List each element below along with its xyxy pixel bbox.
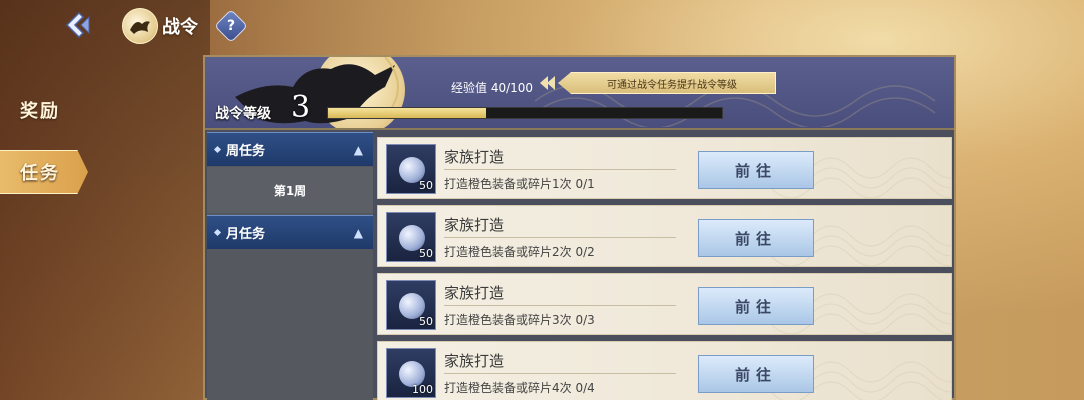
category-sub-label: 第1周 xyxy=(273,183,307,198)
exp-progress-fill xyxy=(328,108,486,118)
page-title-group: 战令 xyxy=(122,8,198,44)
category-label: 周任务 xyxy=(226,144,266,159)
hint-banner: 可通过战令任务提升战令等级 xyxy=(538,71,776,95)
reward-quantity: 50 xyxy=(419,247,433,260)
reward-item-icon: 50 xyxy=(386,144,436,194)
nav-tab-rewards[interactable]: 奖励 xyxy=(0,88,88,132)
help-icon: ? xyxy=(226,18,236,34)
nav-tab-tasks[interactable]: 任务 xyxy=(0,150,88,194)
task-description: 打造橙色装备或碎片2次 0/2 xyxy=(444,245,595,259)
reward-quantity: 50 xyxy=(419,315,433,328)
go-button[interactable]: 前往 xyxy=(698,219,814,257)
task-item: 50 家族打造 打造橙色装备或碎片2次 0/2 前往 xyxy=(377,205,952,267)
diamond-bullet-icon xyxy=(213,228,222,237)
divider xyxy=(444,237,676,238)
chevron-left-icon xyxy=(538,71,558,95)
reward-item-icon: 50 xyxy=(386,280,436,330)
chevron-up-icon: ▲ xyxy=(353,143,363,157)
go-button[interactable]: 前往 xyxy=(698,355,814,393)
task-name: 家族打造 xyxy=(444,216,505,234)
chevron-up-icon: ▲ xyxy=(353,226,363,240)
divider xyxy=(444,373,676,374)
task-item: 50 家族打造 打造橙色装备或碎片1次 0/1 前往 xyxy=(377,137,952,199)
task-panel: 战令等级 3 经验值 40/100 可通过战令任务提升战令等级 周任务 ▲ 第1… xyxy=(203,55,956,400)
category-label: 月任务 xyxy=(226,227,266,242)
exp-progress-bar xyxy=(327,107,723,119)
go-button[interactable]: 前往 xyxy=(698,151,814,189)
level-value: 3 xyxy=(291,90,311,125)
task-item: 50 家族打造 打造橙色装备或碎片3次 0/3 前往 xyxy=(377,273,952,335)
background-shade xyxy=(0,0,210,400)
category-monthly[interactable]: 月任务 ▲ xyxy=(207,215,373,249)
nav-tab-label: 任务 xyxy=(20,163,60,184)
reward-quantity: 100 xyxy=(412,383,433,396)
back-arrow-icon xyxy=(65,11,90,39)
task-description: 打造橙色装备或碎片3次 0/3 xyxy=(444,313,595,327)
task-category-list: 周任务 ▲ 第1周 月任务 ▲ xyxy=(207,132,373,400)
task-description: 打造橙色装备或碎片4次 0/4 xyxy=(444,381,595,395)
category-weekly[interactable]: 周任务 ▲ xyxy=(207,132,373,166)
nav-tab-label: 奖励 xyxy=(20,101,60,122)
level-label: 战令等级 xyxy=(215,106,271,122)
reward-quantity: 50 xyxy=(419,179,433,192)
task-name: 家族打造 xyxy=(444,352,505,370)
hint-text: 可通过战令任务提升战令等级 xyxy=(558,72,776,94)
task-name: 家族打造 xyxy=(444,148,505,166)
go-button[interactable]: 前往 xyxy=(698,287,814,325)
battle-pass-emblem-icon xyxy=(122,8,158,44)
task-name: 家族打造 xyxy=(444,284,505,302)
exp-text: 经验值 40/100 xyxy=(451,81,534,95)
divider xyxy=(444,169,676,170)
battle-pass-header: 战令等级 3 经验值 40/100 可通过战令任务提升战令等级 xyxy=(205,57,954,130)
divider xyxy=(444,305,676,306)
reward-item-icon: 50 xyxy=(386,212,436,262)
diamond-bullet-icon xyxy=(213,145,222,154)
category-week-1[interactable]: 第1周 xyxy=(207,167,373,213)
help-button[interactable]: ? xyxy=(214,9,248,43)
back-button[interactable] xyxy=(62,10,96,40)
task-description: 打造橙色装备或碎片1次 0/1 xyxy=(444,177,595,191)
reward-item-icon: 100 xyxy=(386,348,436,398)
page-title: 战令 xyxy=(162,17,198,38)
task-item: 100 家族打造 打造橙色装备或碎片4次 0/4 前往 xyxy=(377,341,952,400)
